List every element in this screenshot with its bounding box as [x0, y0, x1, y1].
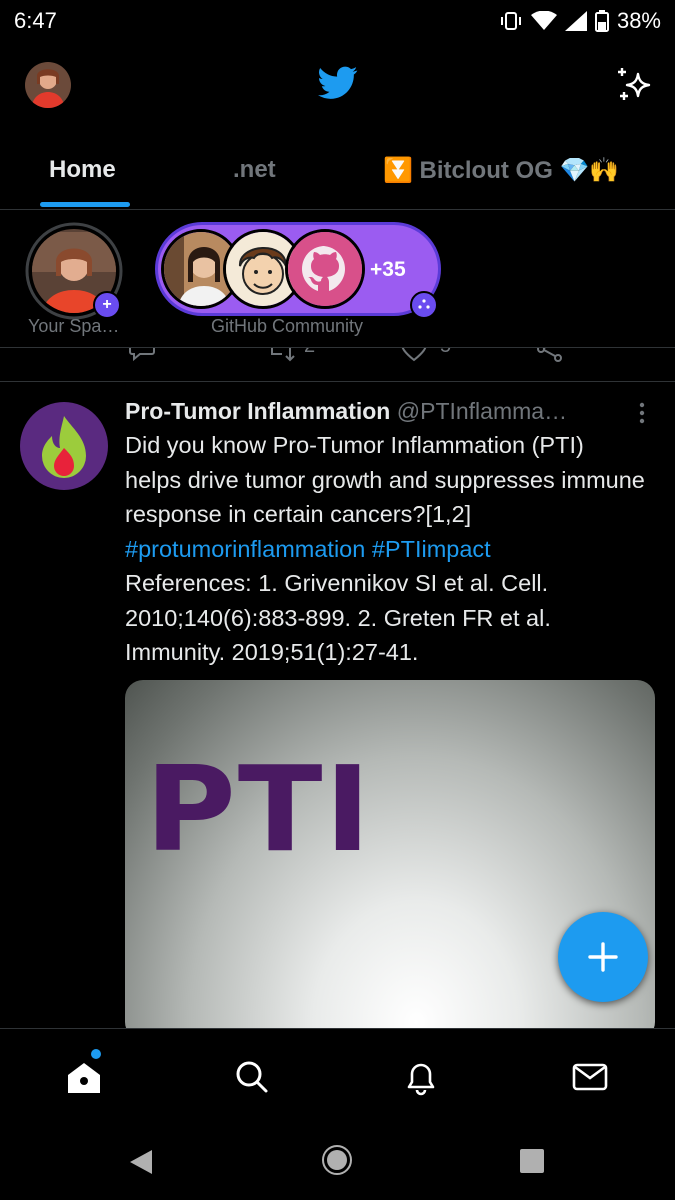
previous-tweet-actions: 2 5 [0, 348, 675, 364]
battery-percent: 38% [616, 8, 661, 33]
system-navigation-bar [0, 1126, 675, 1200]
tweet-text: Did you know Pro-Tumor Inflammation (PTI… [125, 428, 645, 670]
tweet-main-text: Did you know Pro-Tumor Inflammation (PTI… [125, 432, 645, 527]
hashtag-link[interactable]: #protumorinflammation [125, 536, 365, 562]
tab-bitclout-og[interactable]: ⏬ Bitclout OG 💎🙌 [383, 156, 619, 185]
wifi-icon [530, 11, 557, 31]
hashtag-link[interactable]: #PTIimpact [372, 536, 491, 562]
divider [0, 209, 675, 210]
author-handle[interactable]: @PTInflamma… [397, 398, 567, 424]
compose-tweet-button[interactable] [558, 912, 648, 1002]
vibrate-icon [499, 10, 523, 32]
media-image-text: PTI [145, 741, 373, 879]
twitter-bird-icon[interactable] [318, 66, 358, 105]
space-title: GitHub Community [211, 316, 364, 336]
recents-icon[interactable] [519, 1148, 545, 1174]
home-circle-icon[interactable] [321, 1144, 353, 1176]
unread-dot [91, 1049, 101, 1059]
search-icon[interactable] [228, 1053, 276, 1101]
more-options-icon[interactable] [630, 400, 654, 426]
tweet-author: Pro-Tumor Inflammation @PTInflamma… [125, 398, 567, 425]
notifications-icon[interactable] [397, 1053, 445, 1101]
divider [0, 381, 675, 382]
listener-count: +35 [370, 258, 406, 281]
retweet-count: 2 [304, 348, 315, 358]
share-icon[interactable] [536, 348, 564, 362]
cell-signal-icon [564, 11, 587, 31]
sparkle-icon[interactable] [614, 66, 654, 111]
tweet-references: References: 1. Grivennikov SI et al. Cel… [125, 570, 551, 665]
github-logo-icon [285, 229, 365, 309]
timeline-tabs: Home .net ⏬ Bitclout OG 💎🙌 [0, 140, 675, 208]
reply-icon[interactable] [128, 348, 156, 362]
your-space-label: Your Spa… [28, 316, 120, 336]
back-icon[interactable] [128, 1148, 154, 1176]
retweet-icon[interactable] [266, 348, 296, 362]
messages-icon[interactable] [566, 1053, 614, 1101]
space-card-github-community[interactable]: +35 [155, 222, 441, 316]
like-icon[interactable] [400, 348, 428, 362]
like-count: 5 [440, 348, 451, 358]
status-icons: 38% [499, 8, 661, 34]
spaces-indicator-icon [410, 291, 438, 319]
active-tab-indicator [40, 202, 130, 207]
tweet-author-avatar[interactable] [20, 402, 108, 490]
tab-home[interactable]: Home [49, 156, 116, 184]
add-space-icon[interactable]: + [93, 291, 121, 319]
author-name[interactable]: Pro-Tumor Inflammation [125, 398, 390, 424]
battery-icon [594, 10, 609, 32]
status-time: 6:47 [14, 8, 57, 33]
profile-avatar[interactable] [25, 62, 71, 108]
home-icon[interactable] [60, 1053, 108, 1101]
bottom-navigation [0, 1028, 675, 1127]
tab-dotnet[interactable]: .net [233, 156, 276, 184]
plus-icon [588, 942, 618, 972]
